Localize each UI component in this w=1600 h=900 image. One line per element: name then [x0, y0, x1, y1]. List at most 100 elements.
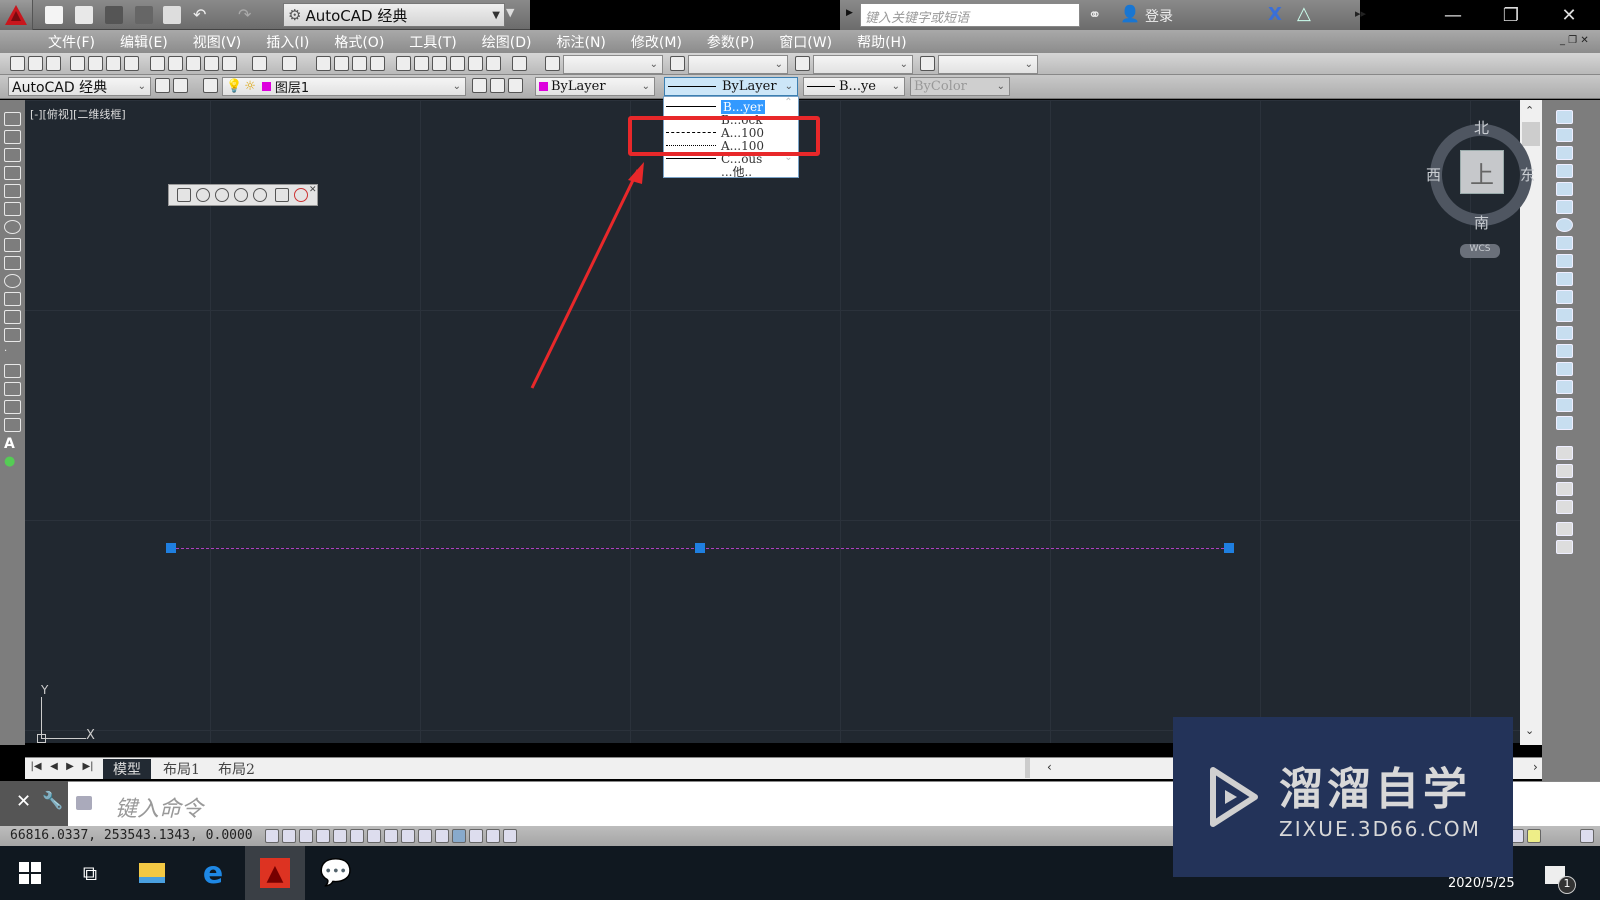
workspace-select[interactable]: ⚙ AutoCAD 经典 ▼ — [283, 3, 505, 27]
zoom-window-icon[interactable] — [352, 56, 367, 71]
start-button[interactable] — [0, 846, 60, 900]
make-current-layer-icon[interactable] — [472, 78, 487, 93]
close-toolbar-icon[interactable]: ✕ — [309, 185, 317, 195]
search-input[interactable]: 键入关键字或短语 — [860, 3, 1080, 27]
cut-icon[interactable] — [150, 56, 165, 71]
paste-icon[interactable] — [186, 56, 201, 71]
hatch-to-back-icon[interactable] — [1556, 540, 1573, 554]
table-style-icon[interactable] — [795, 56, 810, 71]
wcs-menu[interactable]: WCS — [1460, 244, 1500, 258]
orbit-icon[interactable] — [196, 188, 210, 202]
break-icon[interactable] — [1556, 326, 1573, 340]
more-icon[interactable]: ▸▸ — [1355, 7, 1366, 20]
draw-order-above-icon[interactable] — [1556, 482, 1573, 496]
viewport-controls-label[interactable]: [-][俯视][二维线框] — [30, 106, 126, 122]
linetype-combo[interactable]: ByLayer ⌄ — [664, 77, 798, 96]
undo-icon[interactable] — [252, 56, 267, 71]
zoom-out-3d-icon[interactable] — [234, 188, 248, 202]
menu-view[interactable]: 视图(V) — [193, 32, 242, 52]
scale-icon[interactable] — [1556, 236, 1573, 250]
ellipse-arc-icon[interactable] — [4, 292, 21, 306]
extend-icon[interactable] — [1556, 290, 1573, 304]
menu-draw[interactable]: 绘图(D) — [482, 32, 532, 52]
save-icon[interactable] — [105, 6, 123, 24]
circle-icon[interactable] — [4, 220, 21, 234]
object-snap-tracking-icon[interactable] — [384, 829, 398, 843]
workspace-combo[interactable]: AutoCAD 经典 ⌄ — [8, 77, 151, 96]
open-icon[interactable] — [28, 56, 43, 71]
menu-parameter[interactable]: 参数(P) — [707, 32, 754, 52]
quickcalc-icon[interactable] — [486, 56, 501, 71]
draw-order-front-icon[interactable] — [1556, 446, 1573, 460]
last-tab-icon[interactable]: ▶| — [81, 761, 95, 776]
exchange-icon[interactable]: X — [1268, 4, 1282, 25]
save-as-icon[interactable] — [135, 6, 153, 24]
chamfer-icon[interactable] — [1556, 362, 1573, 376]
polar-tracking-icon[interactable] — [333, 829, 347, 843]
plot-preview-icon[interactable] — [88, 56, 103, 71]
user-icon[interactable]: 👤 — [1120, 4, 1140, 23]
sheet-set-icon[interactable] — [450, 56, 465, 71]
save-icon[interactable] — [46, 56, 61, 71]
construction-line-icon[interactable] — [4, 130, 21, 144]
a360-icon[interactable]: △ — [1297, 3, 1311, 24]
move-icon[interactable] — [1556, 200, 1573, 214]
scroll-right-icon[interactable]: › — [1533, 760, 1538, 774]
linetype-option[interactable]: B...yer — [666, 99, 778, 114]
markup-icon[interactable] — [468, 56, 483, 71]
table-style-select[interactable]: ⌄ — [813, 55, 913, 74]
plot-icon[interactable] — [70, 56, 85, 71]
infer-constraints-icon[interactable] — [265, 829, 279, 843]
login-button[interactable]: 登录 — [1145, 6, 1173, 26]
print-icon[interactable] — [163, 6, 181, 24]
scroll-up-icon[interactable]: ⌃ — [779, 97, 798, 108]
trim-icon[interactable] — [1556, 272, 1573, 286]
lock-ui-icon[interactable] — [173, 78, 188, 93]
table-icon[interactable] — [4, 418, 21, 432]
first-tab-icon[interactable]: |◀ — [29, 761, 43, 776]
scroll-down-icon[interactable]: ⌄ — [1525, 724, 1534, 737]
tool-palettes-icon[interactable] — [432, 56, 447, 71]
file-explorer-icon[interactable] — [122, 846, 182, 900]
command-input[interactable]: 键入命令 — [115, 791, 203, 823]
task-view-icon[interactable]: ⧉ — [60, 846, 120, 900]
offset-icon[interactable] — [1556, 164, 1573, 178]
gradient-icon[interactable] — [4, 382, 21, 396]
scroll-thumb[interactable] — [1522, 122, 1540, 146]
layer-previous-icon[interactable] — [490, 78, 505, 93]
layer-manager-icon[interactable] — [203, 78, 218, 93]
minimize-button[interactable]: — — [1424, 0, 1482, 30]
open-file-icon[interactable] — [75, 6, 93, 24]
close-icon[interactable]: ✕ — [16, 791, 31, 812]
hscroll-splitter[interactable] — [1025, 758, 1030, 778]
break-at-point-icon[interactable] — [1556, 308, 1573, 322]
next-tab-icon[interactable]: ▶ — [63, 761, 77, 776]
draw-order-under-icon[interactable] — [1556, 500, 1573, 514]
taskbar-date[interactable]: 2020/5/25 — [1448, 876, 1515, 891]
redo-icon[interactable] — [282, 56, 297, 71]
rectangle-icon[interactable] — [4, 184, 21, 198]
zoom-realtime-icon[interactable] — [334, 56, 349, 71]
array-icon[interactable] — [1556, 182, 1573, 196]
dim-style-icon[interactable] — [670, 56, 685, 71]
new-icon[interactable] — [10, 56, 25, 71]
annotation-monitor-icon[interactable] — [503, 829, 517, 843]
tab-model[interactable]: 模型 — [103, 759, 151, 779]
grip-end[interactable] — [1224, 543, 1234, 553]
binoculars-icon[interactable]: ⚭ — [1088, 5, 1101, 24]
selection-cycling-icon[interactable] — [486, 829, 500, 843]
object-snap-icon[interactable] — [350, 829, 364, 843]
close-button[interactable]: ✕ — [1540, 0, 1598, 30]
expand-search-icon[interactable]: ▶ — [846, 8, 853, 18]
tab-layout1[interactable]: 布局1 — [153, 759, 210, 779]
isolate-objects-icon[interactable] — [1527, 829, 1541, 843]
pan-icon[interactable] — [316, 56, 331, 71]
edge-browser-icon[interactable]: e — [183, 846, 243, 900]
dynamic-ucs-icon[interactable] — [401, 829, 415, 843]
menu-insert[interactable]: 插入(I) — [266, 32, 309, 52]
menu-format[interactable]: 格式(O) — [334, 32, 384, 52]
hatch-icon[interactable] — [4, 364, 21, 378]
arc-icon[interactable] — [4, 202, 21, 216]
grip-start[interactable] — [166, 543, 176, 553]
copy-icon[interactable] — [168, 56, 183, 71]
